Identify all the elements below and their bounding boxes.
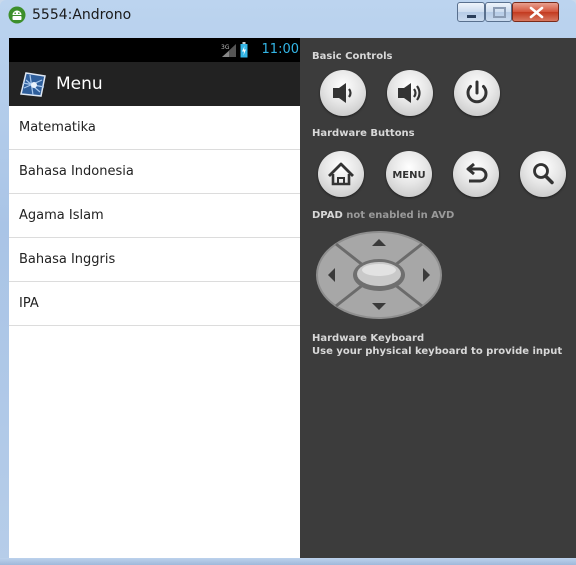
battery-icon xyxy=(240,42,248,58)
list-item[interactable]: IPA xyxy=(9,282,300,326)
menu-button-label: MENU xyxy=(392,170,425,181)
dpad-label: DPAD not enabled in AVD xyxy=(312,210,454,221)
action-bar: Menu xyxy=(9,62,300,106)
status-time: 11:00 xyxy=(261,42,299,57)
maximize-button[interactable] xyxy=(485,2,512,22)
action-bar-title: Menu xyxy=(56,74,103,94)
power-button[interactable] xyxy=(454,70,500,116)
power-icon xyxy=(466,80,488,104)
volume-up-icon xyxy=(398,83,421,103)
home-button[interactable] xyxy=(318,151,364,197)
hardware-keyboard-info: Hardware Keyboard Use your physical keyb… xyxy=(312,332,562,358)
hardware-buttons-label: Hardware Buttons xyxy=(312,128,415,139)
search-icon xyxy=(533,163,554,185)
hardware-keyboard-desc: Use your physical keyboard to provide in… xyxy=(312,346,563,357)
app-logo-icon[interactable] xyxy=(18,70,48,98)
volume-up-button[interactable] xyxy=(387,70,433,116)
window-bottom-border xyxy=(0,558,576,565)
close-button[interactable] xyxy=(512,2,559,22)
list-item[interactable]: Bahasa Inggris xyxy=(9,238,300,282)
maximize-icon xyxy=(493,7,506,18)
minimize-button[interactable] xyxy=(457,2,485,22)
status-bar: 3G 11:00 xyxy=(9,38,300,62)
basic-controls-label: Basic Controls xyxy=(312,51,393,62)
menu-button[interactable]: MENU xyxy=(386,151,432,197)
dpad-label-prefix: DPAD xyxy=(312,210,343,221)
signal-icon: 3G xyxy=(221,44,236,57)
dpad-control[interactable] xyxy=(314,230,444,320)
back-icon xyxy=(466,162,488,183)
search-button[interactable] xyxy=(520,151,566,197)
title-bar[interactable]: 5554:Androno xyxy=(0,0,576,32)
window-title: 5554:Androno xyxy=(32,7,132,23)
list-item[interactable]: Matematika xyxy=(9,106,300,150)
emulator-controls-panel: Basic Controls Hardware Buttons MENU DPA… xyxy=(300,38,576,558)
dpad-label-suffix: not enabled in AVD xyxy=(346,210,455,221)
android-icon xyxy=(8,6,26,24)
emulator-window: 5554:Androno 3G 11:00 Menu Matematika Ba… xyxy=(0,0,576,565)
volume-down-icon xyxy=(333,83,352,103)
back-button[interactable] xyxy=(453,151,499,197)
list-item[interactable]: Bahasa Indonesia xyxy=(9,150,300,194)
minimize-icon xyxy=(467,15,476,18)
close-icon xyxy=(529,6,544,19)
menu-list: Matematika Bahasa Indonesia Agama Islam … xyxy=(9,106,300,326)
list-item[interactable]: Agama Islam xyxy=(9,194,300,238)
home-icon xyxy=(328,162,354,186)
volume-down-button[interactable] xyxy=(320,70,366,116)
signal-label: 3G xyxy=(221,44,230,51)
svg-text:MENU: MENU xyxy=(392,170,425,181)
device-screen: 3G 11:00 Menu Matematika Bahasa Indonesi… xyxy=(9,38,300,558)
hardware-keyboard-title: Hardware Keyboard xyxy=(312,333,425,344)
